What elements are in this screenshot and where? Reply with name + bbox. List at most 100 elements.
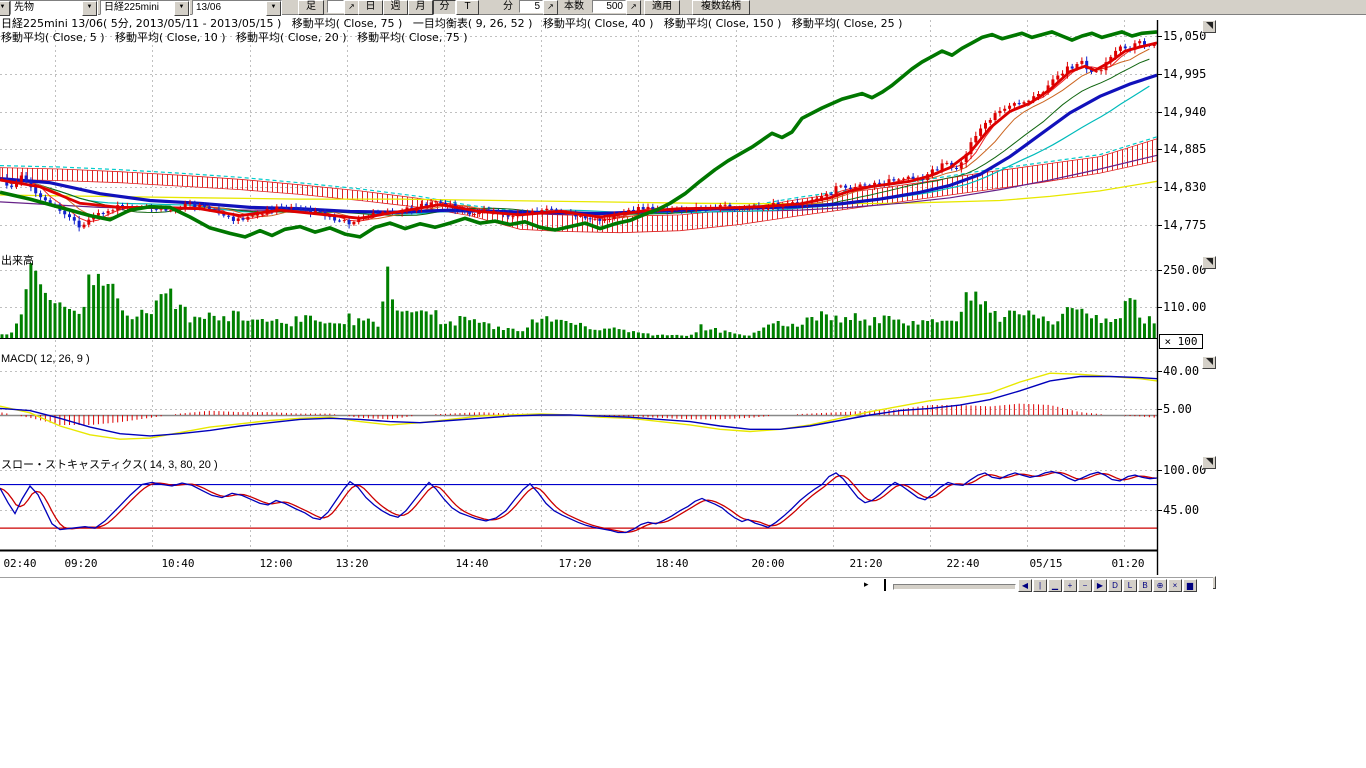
y-axis-label: 15,050 [1163,29,1206,43]
y-axis-label: 40.00 [1163,364,1199,378]
y-axis-label: 45.00 [1163,503,1199,517]
period-button-4[interactable]: T [456,0,479,15]
pane-splitter-icon[interactable]: ▸ [864,579,869,590]
contract-select[interactable]: 13/06▼ [192,0,282,15]
bar-count-input[interactable]: 500 [592,0,626,13]
time-axis-label: 02:40 [0,557,40,570]
mini-toolbar-button-4[interactable]: − [1078,579,1092,592]
mini-toolbar-button-5[interactable]: ▶ [1093,579,1107,592]
bar-type-field[interactable] [327,0,344,13]
time-axis-label: 12:00 [256,557,296,570]
bottom-toolbar: ▸ ◀|▁+−▶DLB⊕×▆ [0,577,1213,593]
time-axis-label: 14:40 [452,557,492,570]
ma-5-red-line [2,45,1149,222]
period-button-3[interactable]: 分 [433,0,456,15]
axis-scale-arrow-button-2[interactable] [1202,356,1216,369]
dropdown-arrow-icon[interactable]: ▼ [174,1,189,16]
stoch-k-line [0,472,1157,533]
bar-type-spin-button[interactable]: ↗ [344,0,359,15]
mini-toolbar-button-9[interactable]: ⊕ [1153,579,1167,592]
main-toolbar: ▼ 先物▼ 日経225mini▼ 13/06▼ 足 ↗ 日週月分T 分 5 ↗ … [0,0,1366,15]
axis-scale-arrow-button-1[interactable] [1202,256,1216,269]
period-button-2[interactable]: 月 [408,0,433,15]
dropdown-arrow-icon[interactable]: ▼ [0,1,10,16]
time-axis-label: 13:20 [332,557,372,570]
y-axis-label: 250.00 [1163,263,1206,277]
macd-panel [0,373,1157,439]
period-button-1[interactable]: 週 [383,0,408,15]
stoch-d-line [0,472,1156,532]
time-axis-label: 01:20 [1108,557,1148,570]
corner-triangle-icon [1206,458,1213,465]
bar-type-button[interactable]: 足 [298,0,324,15]
y-axis-label: 100.00 [1163,463,1206,477]
price-axis [1157,20,1162,575]
stoch-panel [0,472,1157,551]
mini-toolbar-button-0[interactable]: ◀ [1018,579,1032,592]
mini-toolbar-button-1[interactable]: | [1033,579,1047,592]
volume-multiplier-badge: × 100 [1159,334,1203,349]
apply-button[interactable]: 適用 [644,0,680,15]
time-axis-label: 18:40 [652,557,692,570]
volume-panel [0,263,1157,338]
dropdown-arrow-icon[interactable]: ▼ [82,1,97,16]
cloud-top-dashed-line [0,137,1157,215]
time-axis-label: 17:20 [555,557,595,570]
volume-panel-label: 出来高 [1,252,34,268]
ma-75-thick-blue-line [0,75,1157,213]
multi-symbol-button[interactable]: 複数銘柄 [692,0,750,15]
y-axis-label: 5.00 [1163,402,1192,416]
ma-20-darkgreen-line [2,59,1149,216]
mini-toolbar-button-2[interactable]: ▁ [1048,579,1062,592]
ichimoku-cloud [0,139,1157,233]
time-axis-label: 22:40 [943,557,983,570]
y-axis-label: 14,830 [1163,180,1206,194]
y-axis-label: 110.00 [1163,300,1206,314]
ma-25-thick-red-line [0,43,1157,218]
y-axis-label: 14,940 [1163,105,1206,119]
corner-triangle-icon [1206,258,1213,265]
macd-line [0,373,1157,439]
candles-layer [1,38,1156,231]
corner-triangle-icon [1206,358,1213,365]
ma-40-cyan-line [2,86,1149,214]
mini-toolbar-button-10[interactable]: × [1168,579,1182,592]
interval-label: 分 [503,1,513,13]
bar-count-spin-button[interactable]: ↗ [626,0,641,15]
mini-toolbar-button-11[interactable]: ▆ [1183,579,1197,592]
chikou-span-green-line [0,32,1157,237]
ma-purple-line [0,155,1157,213]
ma-150-yellow-line [0,181,1157,204]
time-axis-label: 21:20 [846,557,886,570]
period-button-0[interactable]: 日 [358,0,383,15]
dropdown-arrow-icon[interactable]: ▼ [266,1,281,16]
macd-signal-line [0,377,1157,436]
mini-toolbar-button-7[interactable]: L [1123,579,1137,592]
overlay-top-layer [0,32,1157,237]
app-window: ▼ 先物▼ 日経225mini▼ 13/06▼ 足 ↗ 日週月分T 分 5 ↗ … [0,0,1366,768]
mini-toolbar-button-8[interactable]: B [1138,579,1152,592]
time-axis-label: 09:20 [61,557,101,570]
axis-scale-arrow-button-3[interactable] [1202,456,1216,469]
chart-legend-line2: 移動平均( Close, 5 ) 移動平均( Close, 10 ) 移動平均(… [1,29,468,45]
chart-canvas [0,0,1366,768]
stoch-panel-label: スロー・ストキャスティクス( 14, 3, 80, 20 ) [1,456,218,472]
time-axis-label: 10:40 [158,557,198,570]
interval-spin-button[interactable]: ↗ [543,0,558,15]
y-axis-label: 14,995 [1163,67,1206,81]
market-select[interactable]: 先物▼ [10,0,98,15]
y-axis-label: 14,775 [1163,218,1206,232]
horizontal-scrollbar[interactable] [893,584,1016,590]
time-axis-label: 05/15 [1026,557,1066,570]
symbol-select[interactable]: 日経225mini▼ [100,0,190,15]
y-axis-label: 14,885 [1163,142,1206,156]
bar-count-label: 本数 [564,1,584,13]
corner-triangle-icon [1206,22,1213,29]
mini-toolbar-button-3[interactable]: + [1063,579,1077,592]
ma-10-orange-line [2,49,1149,219]
time-axis-label: 20:00 [748,557,788,570]
axis-scale-arrow-button-0[interactable] [1202,20,1216,33]
interval-input[interactable]: 5 [519,0,543,13]
pane-splitter-bar[interactable] [884,579,886,591]
mini-toolbar-button-6[interactable]: D [1108,579,1122,592]
